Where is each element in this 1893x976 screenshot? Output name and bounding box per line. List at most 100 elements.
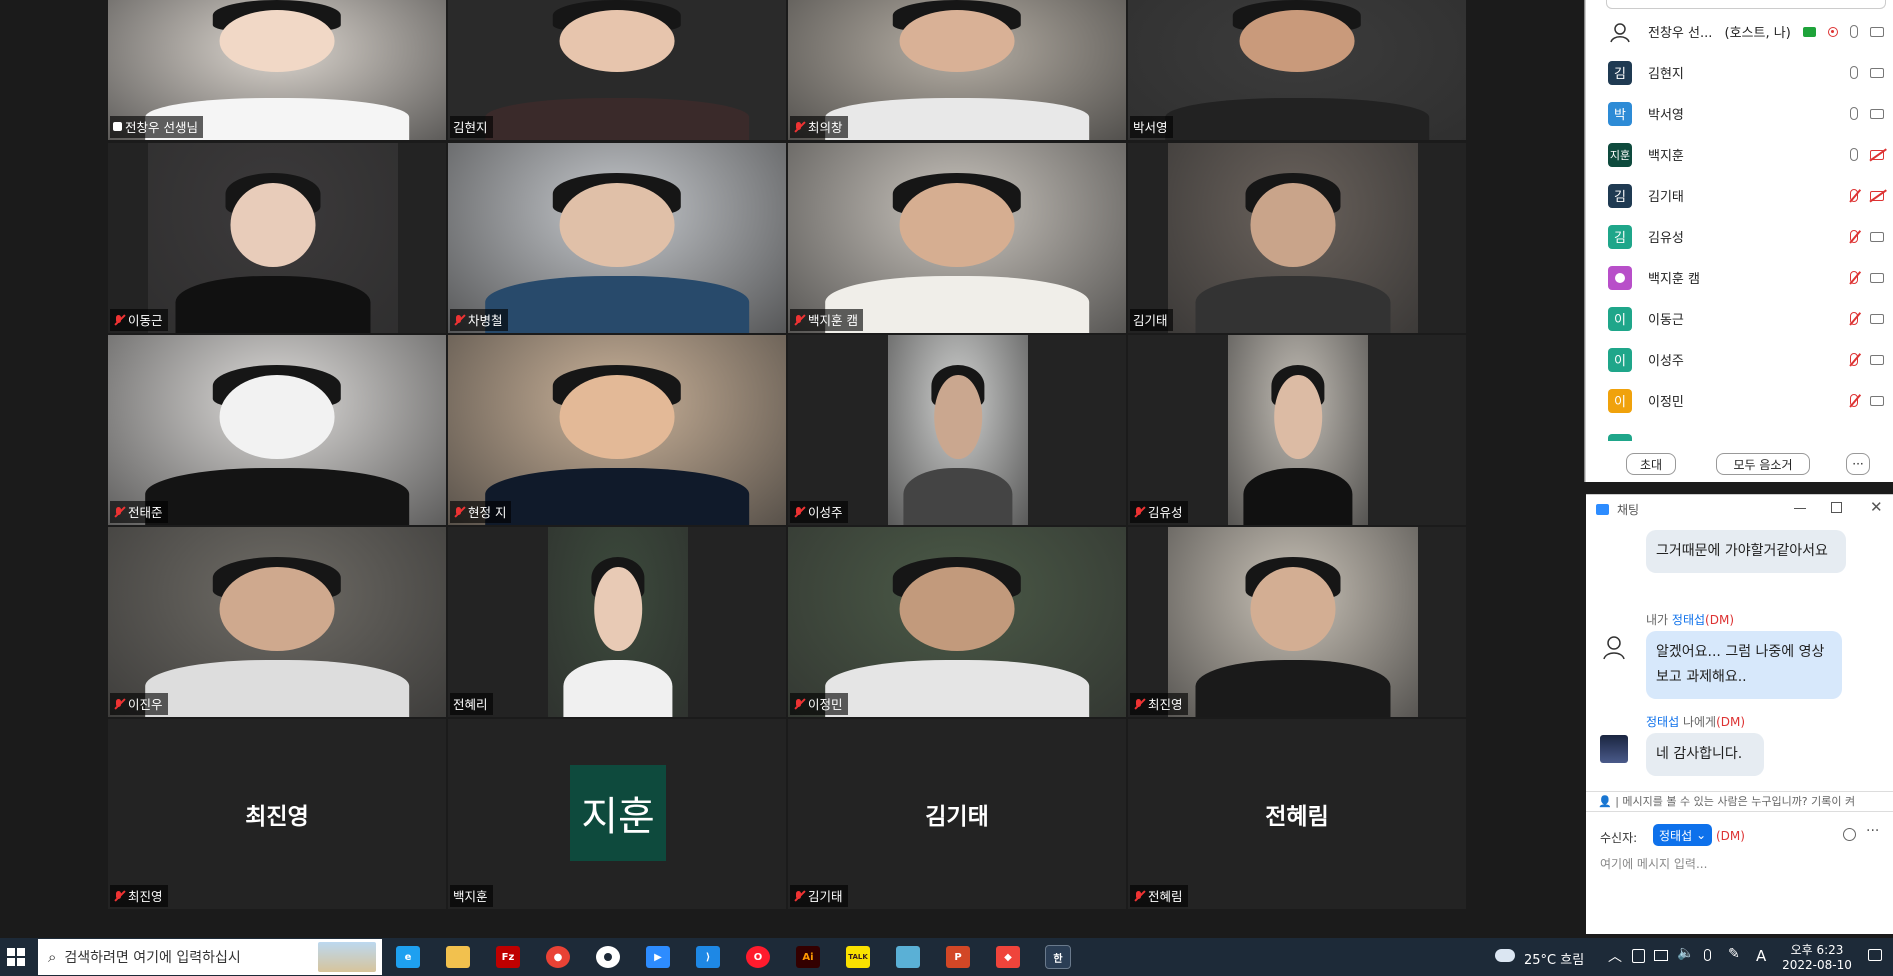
camera-icon[interactable] (1870, 231, 1884, 242)
mic-muted-icon[interactable] (1850, 312, 1858, 325)
video-tile[interactable]: 최의창 (788, 0, 1126, 140)
chat-title: 채팅 (1617, 502, 1640, 517)
windows-start-icon[interactable] (7, 948, 25, 966)
chat-sender-3: 정태섭 나에게(DM) (1646, 715, 1746, 729)
mute-all-button[interactable]: 모두 음소거 (1716, 453, 1810, 475)
participant-name-label: 김기태 (1130, 309, 1173, 331)
chat-visibility-note[interactable]: 👤 | 메시지를 볼 수 있는 사람은 누구입니까? 기록이 켜 (1598, 793, 1855, 809)
maximize-icon[interactable] (1831, 502, 1842, 513)
participant-row[interactable]: 백지훈 캠 (1586, 257, 1893, 298)
tray-volume-icon[interactable]: 🔈 (1677, 945, 1694, 961)
mic-icon[interactable] (1850, 66, 1858, 79)
camera-icon[interactable] (1870, 313, 1884, 324)
participant-name-label: 최진영 (1130, 693, 1188, 715)
invite-button[interactable]: 초대 (1626, 453, 1676, 475)
participant-name-label: 전태준 (110, 501, 168, 523)
video-tile[interactable]: 현정 지 (448, 335, 786, 525)
more-icon[interactable]: ··· (1866, 823, 1879, 839)
mic-icon[interactable] (1850, 148, 1858, 161)
emoji-icon[interactable] (1843, 828, 1856, 841)
anydesk-icon[interactable]: ◆ (996, 946, 1020, 968)
video-tile[interactable]: 김기태 (1128, 143, 1466, 333)
illustrator-icon[interactable]: Ai (796, 946, 820, 968)
participant-row[interactable]: 김 김현지 (1586, 52, 1893, 93)
notification-icon[interactable] (1868, 949, 1882, 961)
video-tile[interactable]: 이성주 (788, 335, 1126, 525)
participant-row[interactable]: 전창우 선... (호스트, 나) (1586, 11, 1893, 52)
mic-muted-icon[interactable] (1850, 230, 1858, 243)
video-tile[interactable]: 김유성 (1128, 335, 1466, 525)
video-tile[interactable]: 이정민 (788, 527, 1126, 717)
participant-row[interactable]: 이 이정민 (1586, 380, 1893, 421)
mic-muted-icon[interactable] (1850, 394, 1858, 407)
video-tile[interactable]: 박서영 (1128, 0, 1466, 140)
clock-time[interactable]: 오후 6:23 (1789, 941, 1845, 958)
video-tile[interactable]: 전태준 (108, 335, 446, 525)
chrome-icon[interactable]: ● (546, 946, 570, 968)
hangul-icon[interactable]: 한 (1045, 945, 1071, 969)
maps-icon[interactable] (596, 946, 620, 968)
minimize-icon[interactable] (1794, 508, 1806, 509)
more-options-button[interactable]: ··· (1846, 453, 1870, 475)
chat-input[interactable]: 여기에 메시지 입력... (1600, 855, 1880, 925)
mic-muted-icon[interactable] (1850, 189, 1858, 202)
camera-icon[interactable] (1870, 26, 1884, 37)
participant-row[interactable]: 이 이성주 (1586, 339, 1893, 380)
weather-text[interactable]: 25°C 흐림 (1524, 949, 1584, 968)
camera-icon[interactable] (1870, 272, 1884, 283)
chat-sender-2: 내가 정태섭(DM) (1646, 613, 1735, 627)
notes-icon[interactable] (896, 946, 920, 968)
ie-icon[interactable]: e (396, 946, 420, 968)
powerpoint-icon[interactable]: P (946, 946, 970, 968)
muted-mic-icon (793, 121, 805, 133)
participant-row[interactable]: 김 김기태 (1586, 175, 1893, 216)
muted-mic-icon (793, 890, 805, 902)
video-tile[interactable]: 전혜리 (448, 527, 786, 717)
taskbar-search-box[interactable]: ⌕ 검색하려면 여기에 입력하십시 (38, 939, 382, 975)
filezilla-icon[interactable]: Fz (496, 946, 520, 968)
mic-icon[interactable] (1850, 107, 1858, 120)
zoom-icon[interactable]: ▶ (646, 946, 670, 968)
video-tile[interactable]: 이동근 (108, 143, 446, 333)
video-tile[interactable]: 최진영 최진영 (108, 719, 446, 909)
participant-row[interactable]: 지훈 백지훈 (1586, 134, 1893, 175)
camera-off-icon[interactable] (1870, 190, 1884, 201)
camera-icon[interactable] (1870, 67, 1884, 78)
mic-muted-icon[interactable] (1850, 353, 1858, 366)
muted-mic-icon (113, 698, 125, 710)
search-participants-box[interactable] (1606, 0, 1886, 9)
video-tile[interactable]: 전창우 선생님 (108, 0, 446, 140)
video-tile[interactable]: 최진영 (1128, 527, 1466, 717)
weather-icon[interactable] (1495, 949, 1515, 962)
camera-icon[interactable] (1870, 108, 1884, 119)
camera-off-icon[interactable] (1870, 149, 1884, 160)
mic-icon[interactable] (1850, 25, 1858, 38)
video-tile[interactable]: 이진우 (108, 527, 446, 717)
clock-date[interactable]: 2022-08-10 (1780, 958, 1854, 972)
camera-icon[interactable] (1870, 395, 1884, 406)
vscode-icon[interactable]: ⟩ (696, 946, 720, 968)
ime-indicator[interactable]: A (1756, 947, 1766, 965)
video-tile[interactable]: 지훈 백지훈 (448, 719, 786, 909)
recipient-select[interactable]: 정태섭 ⌄ (1653, 824, 1713, 846)
video-tile[interactable]: 백지훈 캠 (788, 143, 1126, 333)
opera-icon[interactable]: O (746, 946, 770, 968)
participant-row-name: 김유성 (1648, 231, 1684, 246)
tray-network-icon[interactable] (1632, 949, 1645, 963)
camera-icon[interactable] (1870, 354, 1884, 365)
video-tile[interactable]: 김기태 김기태 (788, 719, 1126, 909)
video-tile[interactable]: 김현지 (448, 0, 786, 140)
tray-mic-icon[interactable] (1704, 949, 1711, 961)
video-tile[interactable]: 차병철 (448, 143, 786, 333)
participant-row[interactable]: 김 김유성 (1586, 216, 1893, 257)
kakaotalk-icon[interactable]: TALK (846, 946, 870, 968)
folder-icon[interactable] (446, 946, 470, 968)
participant-row[interactable]: 박 박서영 (1586, 93, 1893, 134)
tray-chevron-icon[interactable]: ︿ (1608, 946, 1622, 966)
close-icon[interactable]: ✕ (1870, 498, 1883, 516)
mic-muted-icon[interactable] (1850, 271, 1858, 284)
video-tile[interactable]: 전혜림 전혜림 (1128, 719, 1466, 909)
tray-display-icon[interactable] (1654, 950, 1668, 961)
participant-row[interactable]: 이 이동근 (1586, 298, 1893, 339)
tray-pen-icon[interactable]: ✎ (1728, 946, 1740, 962)
